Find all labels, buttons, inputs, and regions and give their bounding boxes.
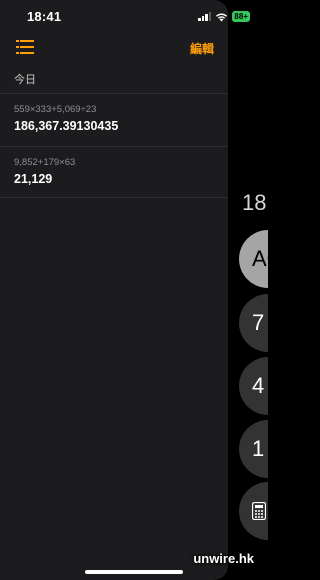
calculator-icon [252,502,266,520]
entry-result: 186,367.39130435 [14,119,119,133]
history-entry[interactable]: 9,852+179×63 21,129 [0,147,228,199]
calculator-strip: 18 AC 7 4 1 [228,0,268,580]
history-panel: 編輯 今日 559×333+5,069÷23 186,367.39130435 … [0,0,228,580]
status-bar: 18:41 88+ [0,0,268,34]
history-toolbar: 編輯 [0,34,228,62]
digit-1-button[interactable]: 1 [239,420,268,478]
ac-button[interactable]: AC [239,230,268,288]
entry-result: 21,129 [14,172,53,186]
list-icon[interactable] [16,40,34,54]
status-time: 18:41 [27,9,62,24]
divider [0,197,228,198]
cellular-signal-icon [198,12,212,21]
watermark: unwire.hk [193,551,254,566]
wifi-icon [215,12,228,22]
digit-7-button[interactable]: 7 [239,294,268,352]
entry-expression: 9,852+179×63 [14,157,76,168]
digit-4-button[interactable]: 4 [239,357,268,415]
edit-button[interactable]: 編輯 [190,40,214,57]
screen: 18:41 88+ 18 AC 7 [0,0,268,580]
digit-1-label: 1 [252,436,265,461]
calculator-display: 18 [242,190,267,215]
section-header-today: 今日 [14,74,36,86]
calculator-mode-button[interactable] [239,482,268,540]
entry-expression: 559×333+5,069÷23 [14,104,97,115]
status-icons: 88+ [198,11,250,22]
ac-label: AC [252,246,268,271]
digit-7-label: 7 [252,310,265,335]
digit-4-label: 4 [252,373,265,398]
home-indicator[interactable] [85,570,183,574]
history-entry[interactable]: 559×333+5,069÷23 186,367.39130435 [0,94,228,146]
battery-icon: 88+ [232,11,250,22]
